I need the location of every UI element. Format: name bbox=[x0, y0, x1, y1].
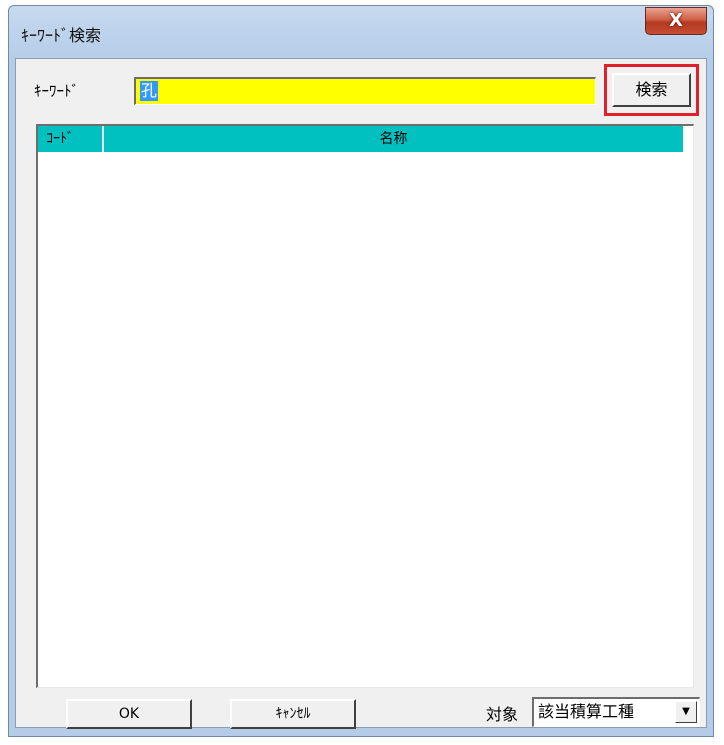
close-icon: X bbox=[669, 10, 683, 31]
keyword-search-dialog: ｷｰﾜｰﾄﾞ検索 X ｷｰﾜｰﾄﾞ 孔 検索 ｺｰﾄﾞ 名称 OK ｷｬﾝｾﾙ … bbox=[8, 5, 714, 737]
dropdown-button[interactable]: ▼ bbox=[675, 701, 697, 723]
target-selected-value: 該当積算工種 bbox=[538, 702, 635, 721]
results-header: ｺｰﾄﾞ 名称 bbox=[38, 126, 683, 152]
cancel-button[interactable]: ｷｬﾝｾﾙ bbox=[230, 699, 356, 729]
target-select[interactable]: 該当積算工種 ▼ bbox=[532, 697, 700, 727]
ok-button[interactable]: OK bbox=[66, 699, 192, 729]
keyword-input[interactable]: 孔 bbox=[134, 77, 596, 105]
results-list[interactable]: ｺｰﾄﾞ 名称 bbox=[36, 124, 694, 688]
column-header-name[interactable]: 名称 bbox=[104, 126, 683, 152]
search-button[interactable]: 検索 bbox=[612, 73, 691, 107]
dialog-body: ｷｰﾜｰﾄﾞ 孔 検索 ｺｰﾄﾞ 名称 OK ｷｬﾝｾﾙ 対象 該当積算工種 ▼ bbox=[15, 58, 707, 729]
target-label: 対象 bbox=[486, 705, 519, 724]
chevron-down-icon: ▼ bbox=[682, 706, 690, 717]
close-button[interactable]: X bbox=[645, 7, 707, 35]
column-header-code[interactable]: ｺｰﾄﾞ bbox=[38, 126, 104, 152]
window-title: ｷｰﾜｰﾄﾞ検索 bbox=[21, 26, 102, 45]
title-bar[interactable]: ｷｰﾜｰﾄﾞ検索 X bbox=[9, 6, 713, 61]
keyword-label: ｷｰﾜｰﾄﾞ bbox=[34, 82, 80, 100]
keyword-selected-text: 孔 bbox=[140, 81, 159, 101]
